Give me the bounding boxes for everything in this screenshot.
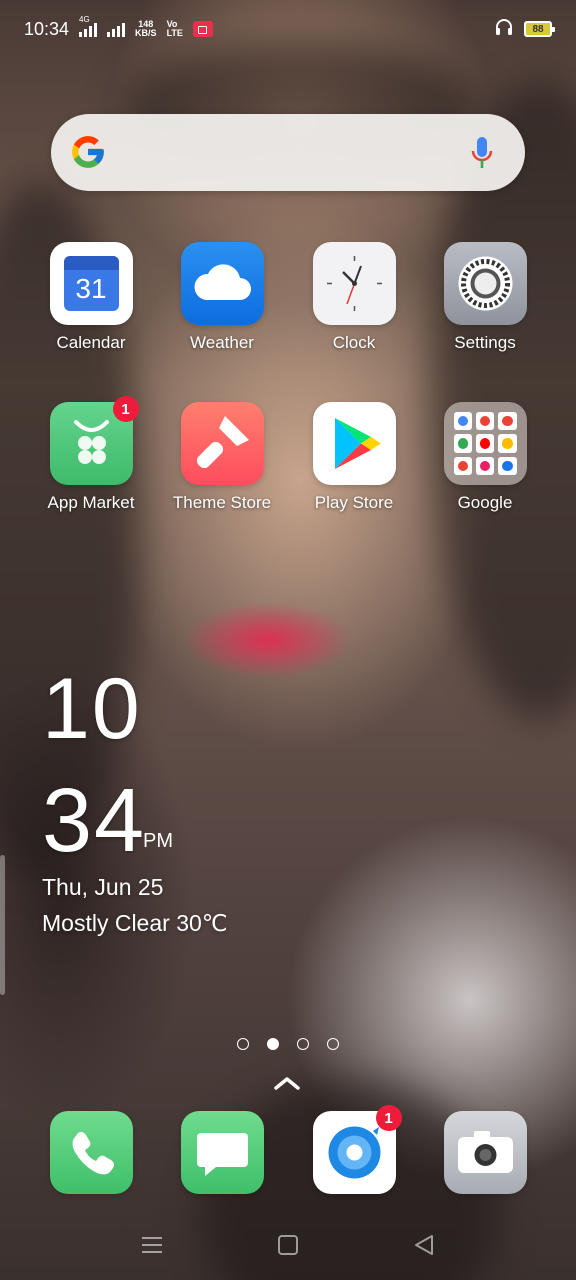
widget-hour[interactable]: 10	[42, 660, 142, 759]
app-weather[interactable]: Weather	[162, 242, 282, 353]
dock-phone[interactable]	[31, 1111, 151, 1194]
dock-camera[interactable]	[425, 1111, 545, 1194]
browser-icon: 1	[312, 1105, 402, 1194]
widget-ampm: PM	[143, 830, 173, 852]
app-settings[interactable]: Settings	[425, 242, 545, 353]
app-label: App Market	[47, 493, 135, 512]
page-dot-active[interactable]	[267, 1038, 279, 1050]
page-dot[interactable]	[237, 1038, 249, 1050]
back-icon[interactable]	[410, 1232, 438, 1258]
page-indicator	[237, 1038, 339, 1050]
app-theme-store[interactable]: Theme Store	[162, 402, 282, 513]
google-g-icon	[72, 136, 104, 168]
app-label: Clock	[332, 333, 376, 352]
menu-icon[interactable]	[138, 1232, 166, 1258]
app-label: Google	[457, 493, 513, 512]
dock-messages[interactable]	[162, 1111, 282, 1194]
app-drawer-chevron-up-icon[interactable]	[273, 1074, 301, 1092]
app-play-store[interactable]: Play Store	[294, 402, 414, 513]
notification-badge: 1	[375, 1105, 402, 1131]
app-label: Play Store	[314, 493, 394, 512]
network-speed: 148 KB/S	[135, 19, 157, 38]
settings-gear-icon	[443, 242, 527, 325]
screen-record-icon	[192, 21, 213, 37]
page-dot[interactable]	[297, 1038, 309, 1050]
widget-minute[interactable]: 34	[42, 770, 146, 873]
app-clock[interactable]: Clock	[294, 242, 414, 353]
calendar-icon: 31	[49, 242, 133, 325]
phone-icon	[49, 1111, 133, 1194]
notification-badge: 1	[112, 396, 139, 422]
volte-indicator: Vo LTE	[166, 19, 183, 38]
widget-weather[interactable]: Mostly Clear 30℃	[42, 910, 228, 937]
status-bar: 10:34 4G 148 KB/S Vo LTE 88	[0, 0, 576, 58]
status-time: 10:34	[24, 18, 70, 39]
app-label: Calendar	[56, 333, 126, 352]
paintbrush-icon	[180, 402, 264, 485]
app-app-market[interactable]: 1 App Market	[31, 396, 151, 513]
app-label: Theme Store	[172, 493, 272, 512]
weather-cloud-icon	[180, 242, 264, 325]
app-market-icon: 1	[49, 396, 139, 485]
clock-icon	[312, 242, 396, 325]
app-google-folder[interactable]: Google	[425, 402, 545, 513]
page-dot[interactable]	[327, 1038, 339, 1050]
google-search-bar[interactable]	[51, 114, 525, 191]
navigation-bar	[0, 1218, 576, 1272]
app-calendar[interactable]: 31 Calendar	[31, 242, 151, 353]
play-store-icon	[312, 402, 396, 485]
app-label: Weather	[190, 333, 254, 352]
widget-date[interactable]: Thu, Jun 25	[42, 874, 163, 901]
messages-icon	[180, 1111, 264, 1194]
edge-panel-handle[interactable]	[0, 855, 5, 995]
dock-browser[interactable]: 1	[294, 1105, 414, 1194]
cell-signal-2-icon	[107, 21, 126, 37]
home-icon[interactable]	[274, 1232, 302, 1258]
app-label: Settings	[454, 333, 516, 352]
mic-icon[interactable]	[469, 136, 495, 170]
headphones-icon	[494, 17, 514, 41]
folder-icon	[443, 402, 527, 485]
cell-signal-icon: 4G	[79, 15, 98, 37]
battery-icon: 88	[524, 21, 555, 37]
camera-icon	[443, 1111, 527, 1194]
